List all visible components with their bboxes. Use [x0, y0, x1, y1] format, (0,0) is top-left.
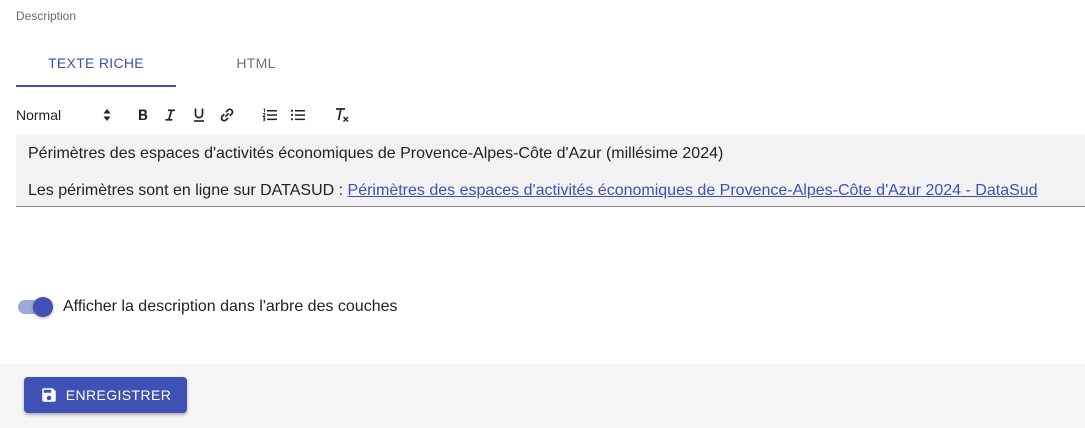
datasud-link[interactable]: Périmètres des espaces d'activités écono…: [348, 182, 1038, 199]
underline-icon: [192, 107, 206, 123]
format-select-value: Normal: [16, 107, 62, 123]
tab-texte-riche[interactable]: TEXTE RICHE: [16, 40, 176, 86]
active-tab-indicator: [16, 85, 176, 87]
format-select[interactable]: Normal: [16, 103, 112, 127]
show-description-toggle-row: Afficher la description dans l'arbre des…: [16, 294, 398, 320]
editor-paragraph-2: Les périmètres sont en ligne sur DATASUD…: [28, 182, 1038, 200]
ordered-list-button[interactable]: [259, 104, 281, 126]
bullet-list-button[interactable]: [287, 104, 309, 126]
editor-paragraph-1: Périmètres des espaces d'activités écono…: [28, 145, 724, 162]
show-description-label: Afficher la description dans l'arbre des…: [63, 298, 398, 315]
editor-paragraph-2-prefix: Les périmètres sont en ligne sur DATASUD…: [28, 182, 348, 199]
save-button[interactable]: ENREGISTRER: [24, 377, 187, 413]
rich-text-toolbar: Normal: [16, 103, 1085, 129]
form-footer: ENREGISTRER: [0, 364, 1085, 428]
save-icon: [40, 386, 58, 404]
link-icon: [219, 107, 235, 123]
italic-button[interactable]: [159, 104, 181, 126]
underline-button[interactable]: [188, 104, 210, 126]
description-section-label: Description: [16, 9, 77, 23]
bullet-list-icon: [290, 108, 306, 122]
bold-button[interactable]: [132, 104, 154, 126]
bold-icon: [136, 108, 150, 122]
show-description-switch[interactable]: [16, 295, 54, 319]
clear-format-button[interactable]: [331, 104, 353, 126]
ordered-list-icon: [262, 108, 278, 122]
rich-text-editor[interactable]: Périmètres des espaces d'activités écono…: [16, 135, 1085, 207]
tab-html[interactable]: HTML: [176, 40, 336, 86]
save-button-label: ENREGISTRER: [65, 387, 172, 403]
italic-icon: [163, 108, 177, 122]
link-button[interactable]: [216, 104, 238, 126]
switch-thumb: [33, 297, 53, 317]
clear-format-icon: [334, 107, 350, 123]
select-arrows-icon: [102, 106, 112, 124]
editor-mode-tabs: TEXTE RICHE HTML: [16, 40, 336, 88]
